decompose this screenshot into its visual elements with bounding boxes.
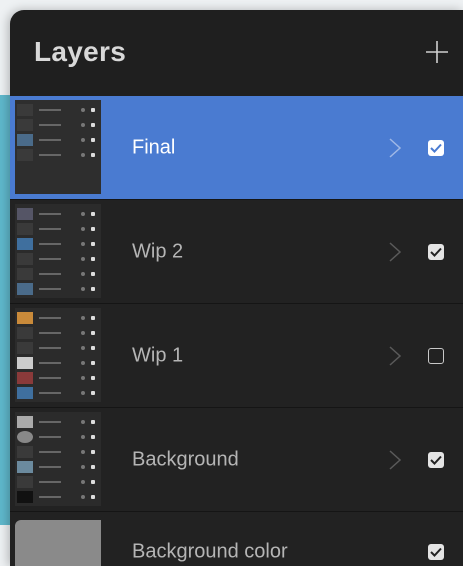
chevron-right-icon[interactable] — [388, 449, 402, 471]
layer-thumbnail — [15, 204, 101, 298]
layer-visibility-checkbox[interactable] — [428, 451, 444, 468]
layer-visibility-checkbox[interactable] — [428, 347, 444, 364]
panel-title: Layers — [34, 36, 127, 67]
layer-row-background-color[interactable]: Background color — [10, 512, 463, 566]
layer-name: Background color — [132, 540, 288, 563]
layer-name: Background — [132, 448, 239, 470]
background-color-swatch[interactable] — [15, 520, 101, 566]
plus-icon — [426, 41, 448, 63]
add-layer-button[interactable] — [425, 40, 449, 64]
chevron-right-icon[interactable] — [388, 137, 402, 159]
layer-thumbnail — [15, 412, 101, 506]
layer-list: Final Wip 2 Wip 1 Background Background … — [10, 96, 463, 566]
layers-panel: Layers Final Wip 2 Wip 1 Background Back… — [10, 10, 463, 566]
layer-name: Wip 2 — [132, 240, 184, 262]
layer-thumbnail — [15, 308, 101, 402]
check-icon — [430, 143, 442, 153]
layer-row-wip-2[interactable]: Wip 2 — [10, 200, 463, 304]
layer-row-wip-1[interactable]: Wip 1 — [10, 304, 463, 408]
layer-name: Wip 1 — [132, 344, 184, 366]
layer-name: Final — [132, 136, 176, 158]
check-icon — [430, 547, 442, 557]
layer-row-background[interactable]: Background — [10, 408, 463, 512]
check-icon — [430, 247, 442, 257]
layer-row-final[interactable]: Final — [10, 96, 463, 200]
layer-visibility-checkbox[interactable] — [428, 544, 444, 560]
layers-header: Layers — [10, 10, 463, 96]
layer-thumbnail — [15, 100, 101, 194]
chevron-right-icon[interactable] — [388, 241, 402, 263]
layer-visibility-checkbox[interactable] — [428, 243, 444, 260]
chevron-right-icon[interactable] — [388, 345, 402, 367]
check-icon — [430, 455, 442, 465]
layer-visibility-checkbox[interactable] — [428, 139, 444, 156]
